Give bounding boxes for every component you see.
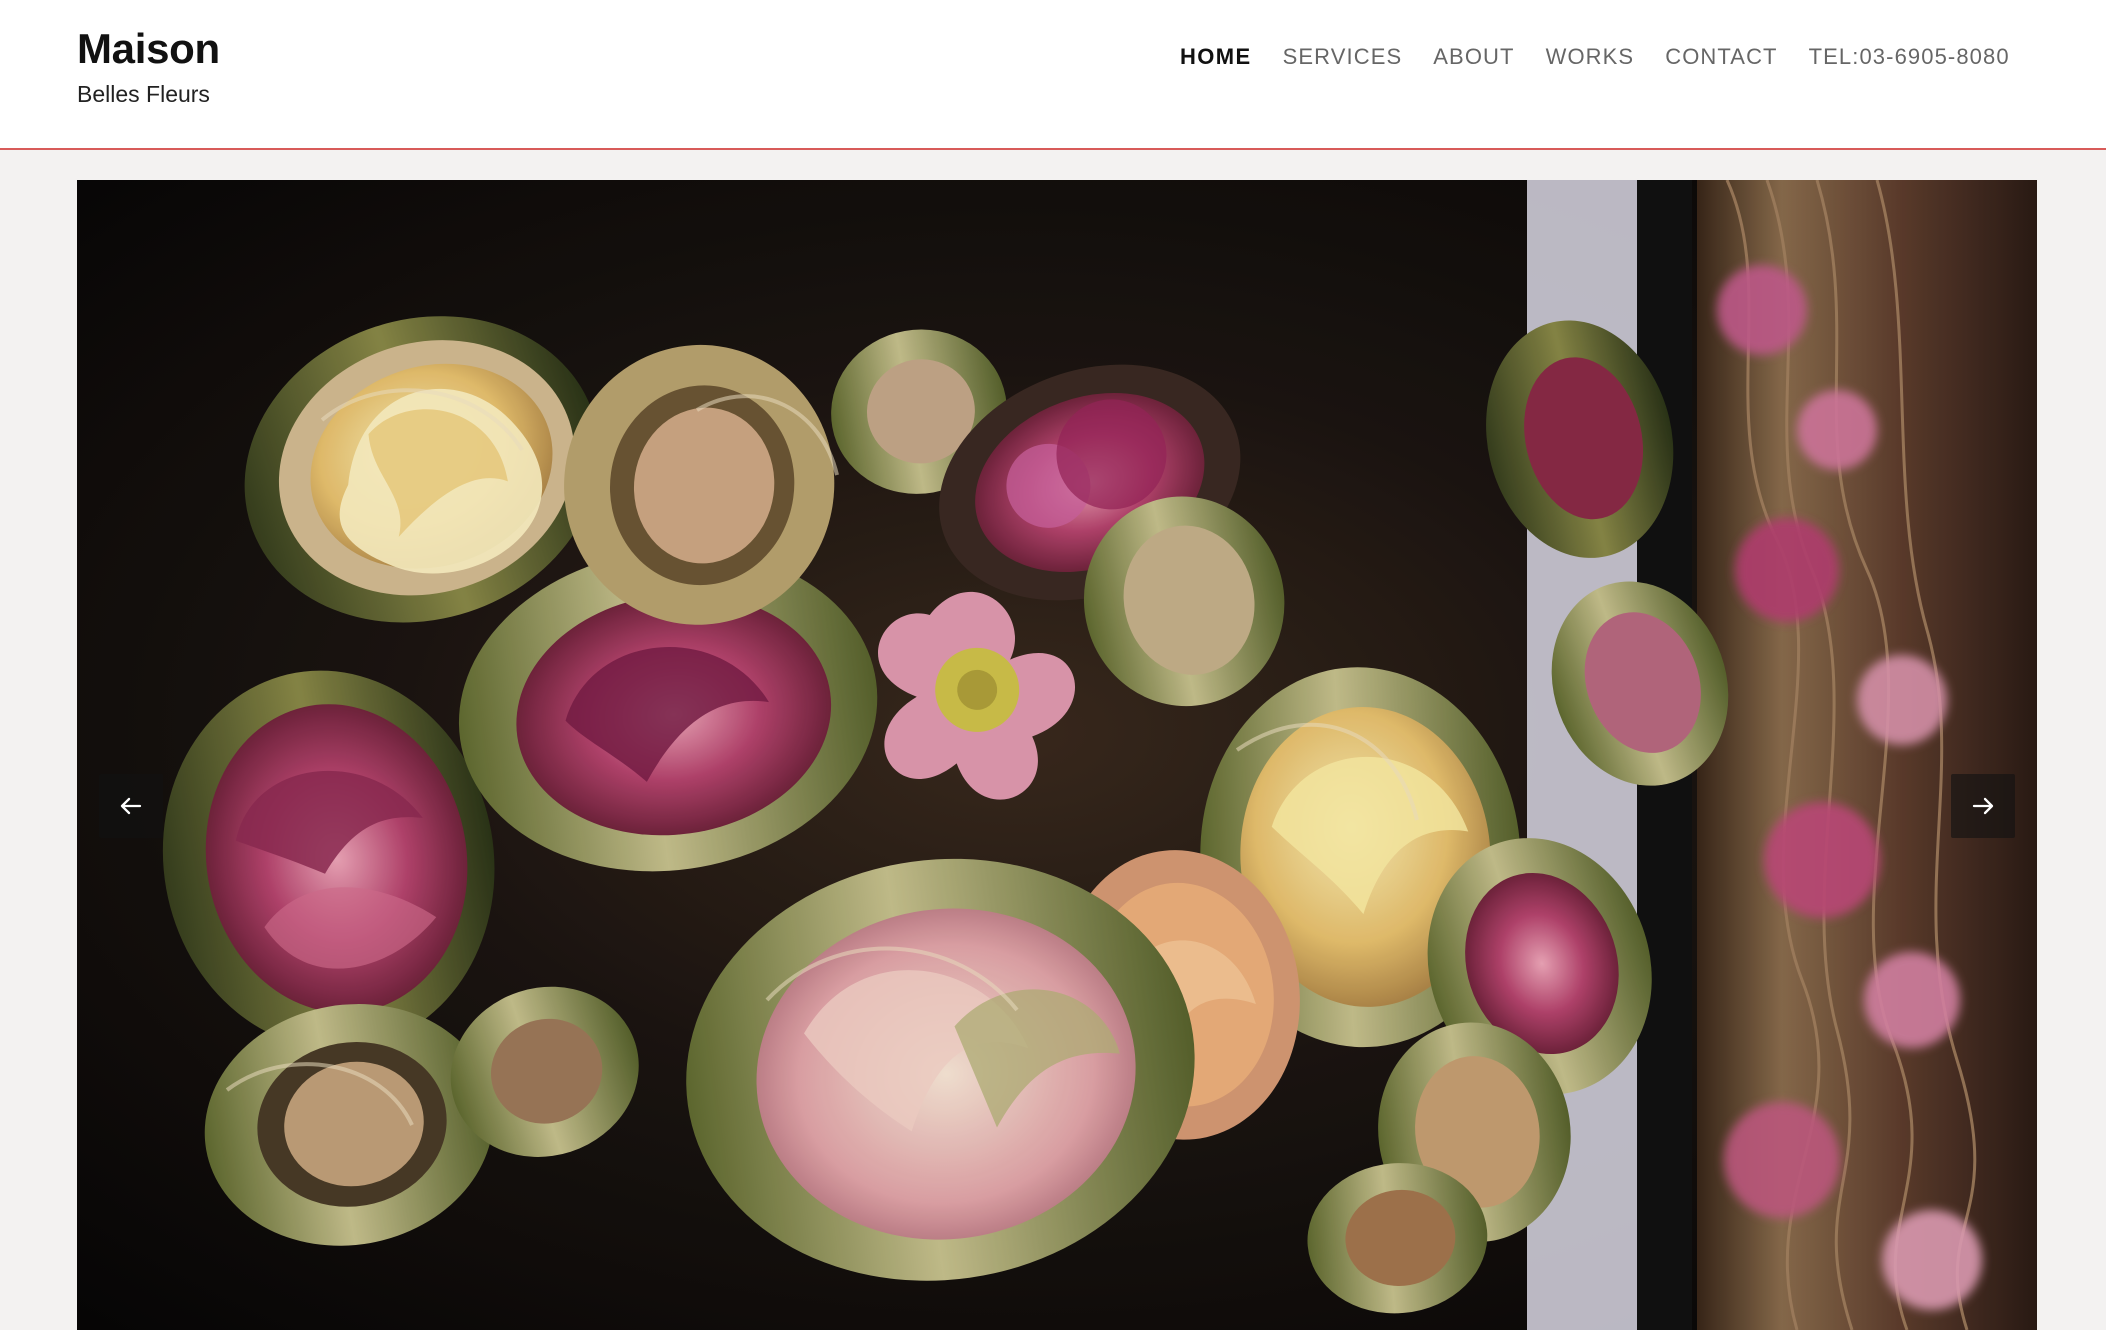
next-slide-button[interactable] xyxy=(1951,774,2015,838)
nav-works[interactable]: WORKS xyxy=(1546,42,1635,72)
floral-bamboo-image xyxy=(77,180,2037,1330)
nav-home[interactable]: HOME xyxy=(1180,42,1252,72)
nav-about[interactable]: ABOUT xyxy=(1433,42,1514,72)
nav-services[interactable]: SERVICES xyxy=(1283,42,1403,72)
nav-contact[interactable]: CONTACT xyxy=(1665,42,1777,72)
page: Maison Belles Fleurs HOME SERVICES ABOUT… xyxy=(0,0,2106,1330)
nav-telephone[interactable]: TEL:03-6905-8080 xyxy=(1809,42,2010,72)
site-header: Maison Belles Fleurs HOME SERVICES ABOUT… xyxy=(0,0,2106,150)
arrow-right-icon xyxy=(1972,797,1994,815)
hero-image-slider xyxy=(77,180,2037,1330)
brand-subtitle: Belles Fleurs xyxy=(77,81,210,107)
arrow-left-icon xyxy=(120,797,142,815)
brand-name: Maison xyxy=(77,25,220,72)
brand-logo[interactable]: Maison Belles Fleurs xyxy=(77,24,220,108)
previous-slide-button[interactable] xyxy=(99,774,163,838)
main-navigation: HOME SERVICES ABOUT WORKS CONTACT TEL:03… xyxy=(1180,42,2010,72)
